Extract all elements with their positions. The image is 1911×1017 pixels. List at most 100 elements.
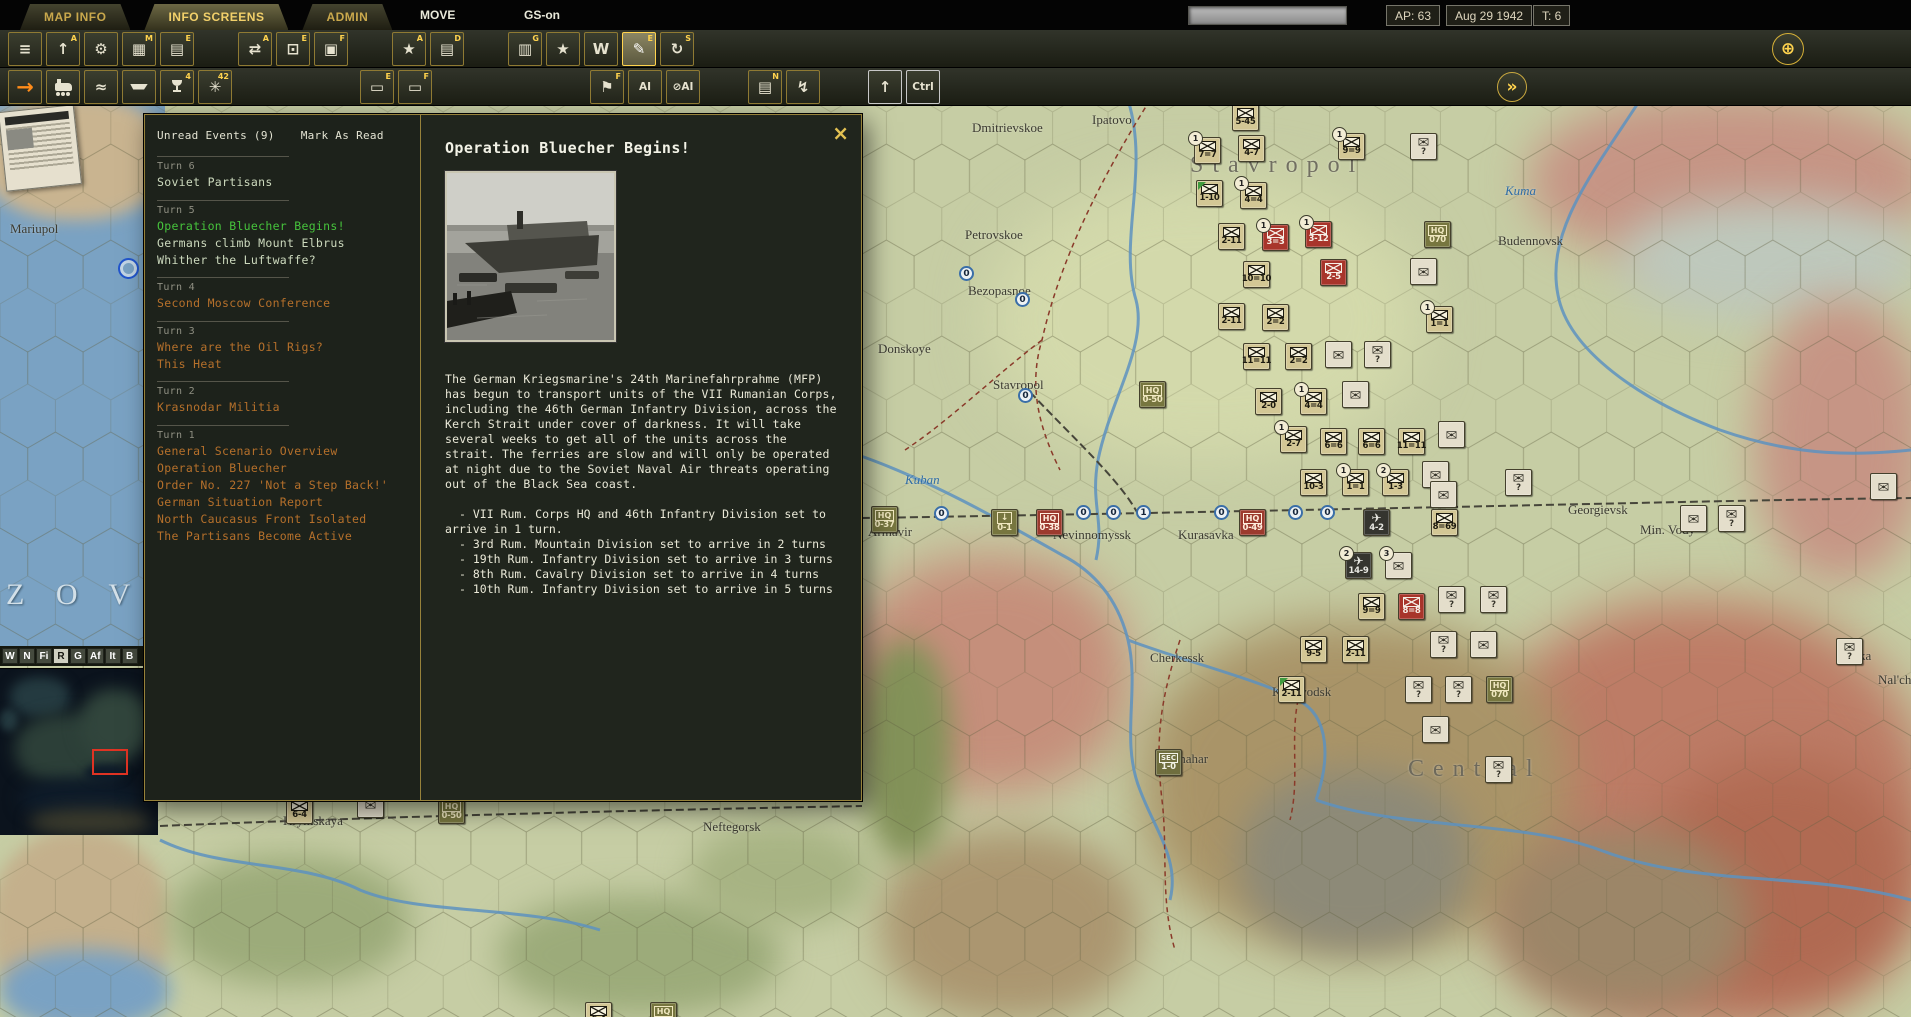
unit-counter[interactable]: 10=10 — [1243, 261, 1270, 288]
menu-tab[interactable]: INFO SCREENS — [144, 4, 288, 30]
map-filter-button[interactable]: R — [53, 648, 69, 664]
unit-counter[interactable]: 2-0 — [1255, 388, 1282, 415]
unit-counter[interactable]: ? — [1485, 756, 1512, 783]
event-list-item[interactable]: Whither the Luftwaffe? — [157, 251, 420, 268]
unit-counter[interactable]: 3 — [1385, 552, 1412, 579]
ai-button[interactable]: AI — [628, 70, 662, 104]
map-filter-button[interactable]: Af — [87, 648, 104, 664]
scroll-right-button[interactable]: » — [1497, 72, 1527, 102]
ai-off-button[interactable]: ⊘AI — [666, 70, 700, 104]
map-filter-button[interactable]: B — [122, 648, 138, 664]
settings-button[interactable]: ⚙ — [84, 32, 118, 66]
unit-counter[interactable]: 1 3-12 — [1305, 221, 1332, 248]
movement-mode-button[interactable]: → — [8, 70, 42, 104]
unit-counter[interactable]: 1-10 — [1196, 180, 1223, 207]
star-button[interactable]: ★ — [546, 32, 580, 66]
unit-counter[interactable]: 2 14-9 — [1345, 552, 1372, 579]
map-filter-button[interactable]: Fi — [36, 648, 52, 664]
unit-counter[interactable]: ? — [1445, 676, 1472, 703]
unit-counter[interactable]: 0-50 — [1139, 381, 1166, 408]
event-list-item[interactable]: Order No. 227 'Not a Step Back!' — [157, 476, 420, 493]
unit-counter[interactable]: 1 4=4 — [1300, 388, 1327, 415]
unit-mode-f-button[interactable]: ▭ F — [398, 70, 432, 104]
unit-counter[interactable]: 6=6 — [1358, 428, 1385, 455]
notes-button[interactable]: ▤ D — [430, 32, 464, 66]
event-list-item[interactable]: German Situation Report — [157, 493, 420, 510]
unit-counter[interactable]: 1 2-7 — [1280, 426, 1307, 453]
unit-counter[interactable]: 1 9=9 — [1338, 133, 1365, 160]
map-modes-button[interactable]: ▦ M — [122, 32, 156, 66]
unit-counter[interactable]: 2-11 — [1218, 303, 1245, 330]
unit-counter[interactable]: 6-4 — [286, 797, 313, 824]
news-button[interactable]: ▤ N — [748, 70, 782, 104]
unit-counter[interactable]: 5-45 — [1232, 104, 1259, 131]
unit-counter[interactable] — [1422, 716, 1449, 743]
event-list-item[interactable]: General Scenario Overview — [157, 442, 420, 459]
unit-counter[interactable]: 2-11 — [1278, 676, 1305, 703]
unit-counter[interactable]: 11=11 — [1243, 343, 1270, 370]
unit-counter[interactable]: 10-3 — [1300, 469, 1327, 496]
event-list-item[interactable]: Operation Bluecher Begins! — [157, 217, 420, 234]
unit-counter[interactable]: 0-50 — [438, 797, 465, 824]
supply-button[interactable]: 4 — [160, 70, 194, 104]
info-screens-button[interactable]: ✎ E — [622, 32, 656, 66]
menu-tab[interactable]: MAP INFO — [20, 4, 130, 30]
unit-counter[interactable]: ? — [1505, 469, 1532, 496]
minimap[interactable] — [0, 668, 158, 835]
unit-counter[interactable]: 6=6 — [1320, 428, 1347, 455]
unit-counter[interactable]: 1 7=7 — [1194, 137, 1221, 164]
map-filter-button[interactable]: G — [70, 648, 86, 664]
event-list-item[interactable]: Soviet Partisans — [157, 174, 420, 191]
event-list-item[interactable]: Where are the Oil Rigs? — [157, 338, 420, 355]
unit-counter[interactable]: 6-4 — [585, 1002, 612, 1017]
event-list-item[interactable]: Krasnodar Militia — [157, 399, 420, 416]
unit-counter[interactable]: 4-2 — [1363, 509, 1390, 536]
unit-mode-e-button[interactable]: ▭ E — [360, 70, 394, 104]
shift-key-button[interactable]: ↑ — [868, 70, 902, 104]
ctrl-key-button[interactable]: Ctrl — [906, 70, 940, 104]
unit-list-button[interactable]: ≡ — [8, 32, 42, 66]
minimap-viewport[interactable] — [92, 749, 128, 775]
objectives-button[interactable]: ⚑ F — [590, 70, 624, 104]
unit-counter[interactable]: 2-11 — [1342, 636, 1369, 663]
unit-counter[interactable]: 0-37 — [871, 506, 898, 533]
unit-counter[interactable]: 1 4=4 — [1240, 182, 1267, 209]
gs-toggle[interactable]: GS-on — [524, 8, 560, 22]
event-list-item[interactable]: This Heat — [157, 355, 420, 372]
unit-counter[interactable]: 2 1-3 — [1382, 469, 1409, 496]
unit-counter[interactable]: 9=9 — [1358, 593, 1385, 620]
unit-counter[interactable]: 1 1=1 — [1426, 306, 1453, 333]
unit-counter[interactable]: ? — [1836, 638, 1863, 665]
map-filter-button[interactable]: N — [19, 648, 35, 664]
unit-counter[interactable] — [1430, 481, 1457, 508]
weather-button[interactable]: ✳ 42 — [198, 70, 232, 104]
naval-move-button[interactable] — [122, 70, 156, 104]
unit-counter[interactable]: 9-5 — [1300, 636, 1327, 663]
unit-counter[interactable]: 0-1 — [991, 509, 1018, 536]
amphibious-button[interactable]: ≈ — [84, 70, 118, 104]
event-list-item[interactable]: The Partisans Become Active — [157, 527, 420, 544]
war-report-button[interactable]: W — [584, 32, 618, 66]
unit-counter[interactable]: 2-11 — [1218, 223, 1245, 250]
event-list-item[interactable]: Germans climb Mount Elbrus — [157, 234, 420, 251]
unit-counter[interactable]: ? — [1364, 341, 1391, 368]
world-view-button[interactable]: ⊕ — [1772, 33, 1804, 65]
unit-counter[interactable]: 0-49 — [1239, 509, 1266, 536]
unit-counter[interactable] — [1342, 381, 1369, 408]
unit-counter[interactable]: ? — [1405, 676, 1432, 703]
unit-counter[interactable]: 4-7 — [1238, 135, 1265, 162]
unit-counter[interactable]: 1-0 — [1155, 749, 1182, 776]
unit-counter[interactable] — [1325, 341, 1352, 368]
signal-button[interactable]: ↯ — [786, 70, 820, 104]
unit-counter[interactable] — [1870, 473, 1897, 500]
export-button[interactable]: ⊡ E — [276, 32, 310, 66]
unit-counter[interactable] — [1438, 421, 1465, 448]
unit-counter[interactable]: ? — [1410, 133, 1437, 160]
unit-counter[interactable] — [1680, 505, 1707, 532]
unit-counter[interactable]: 1 3=3 — [1262, 224, 1289, 251]
unit-counter[interactable]: 1 1=1 — [1342, 469, 1369, 496]
unit-up-button[interactable]: ↑ A — [46, 32, 80, 66]
event-list-item[interactable]: Second Moscow Conference — [157, 295, 420, 312]
menu-tab[interactable]: ADMIN — [302, 4, 392, 30]
map-filter-button[interactable]: W — [2, 648, 18, 664]
